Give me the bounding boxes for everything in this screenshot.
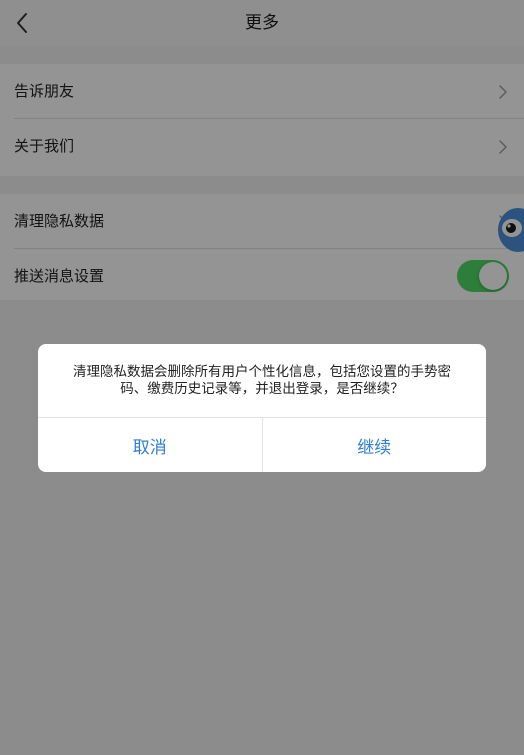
cancel-button[interactable]: 取消 [38, 418, 263, 472]
dialog-message: 清理隐私数据会删除所有用户个性化信息，包括您设置的手势密码、缴费历史记录等，并退… [73, 364, 451, 397]
dialog-actions: 取消 继续 [38, 417, 486, 472]
settings-page: 更多 告诉朋友 关于我们 清理隐私数据 推送消息设置 清理隐私数据会删除所有用户… [0, 0, 524, 755]
confirm-dialog: 清理隐私数据会删除所有用户个性化信息，包括您设置的手势密码、缴费历史记录等，并退… [38, 344, 486, 472]
continue-button[interactable]: 继续 [263, 418, 487, 472]
